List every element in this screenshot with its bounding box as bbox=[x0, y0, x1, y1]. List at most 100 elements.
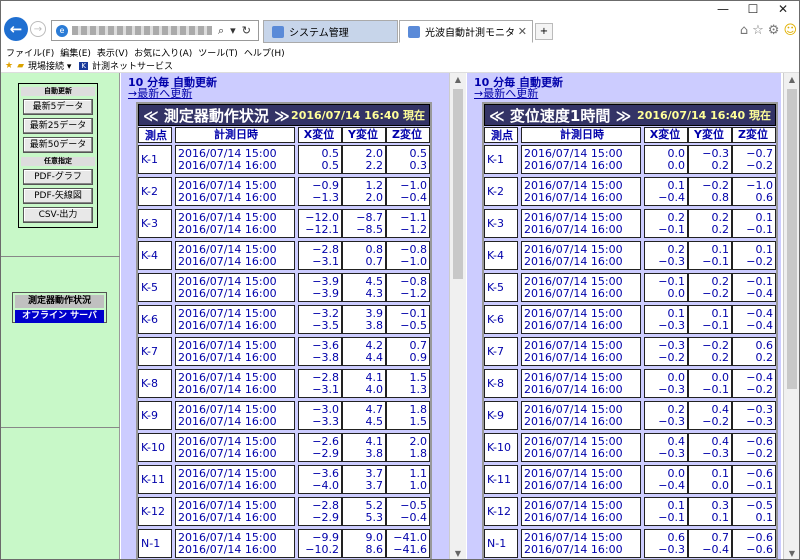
datetime-prev: 2016/07/14 15:00 bbox=[524, 178, 623, 192]
datetime-curr: 2016/07/14 16:00 bbox=[524, 414, 623, 428]
smiley-icon[interactable]: ☺ bbox=[783, 23, 797, 38]
menu-edit[interactable]: 編集(E) bbox=[60, 46, 91, 59]
x-cell: 0.0 −0.3 bbox=[644, 369, 688, 398]
datetime-cell: 2016/07/14 15:00 2016/07/14 16:00 bbox=[521, 177, 641, 206]
y-prev: 0.3 bbox=[711, 498, 730, 512]
table-row: K-2 2016/07/14 15:00 2016/07/14 16:00 −0.9−… bbox=[138, 176, 430, 207]
home-icon[interactable]: ⌂ bbox=[740, 23, 748, 38]
maximize-button[interactable]: ☐ bbox=[738, 1, 768, 17]
address-bar[interactable]: e ⌕ ▾ ↻ bbox=[51, 20, 259, 41]
refresh-link[interactable]: →最新へ更新 bbox=[128, 88, 217, 99]
y-curr: 3.7 bbox=[365, 478, 384, 492]
x-cell: 0.6 −0.3 bbox=[644, 529, 688, 558]
datetime-prev: 2016/07/14 15:00 bbox=[178, 370, 277, 384]
z-prev: −0.4 bbox=[746, 370, 773, 384]
y-prev: 5.2 bbox=[365, 498, 384, 512]
gear-icon[interactable]: ⚙ bbox=[768, 23, 780, 38]
z-cell: −1.1 −1.2 bbox=[386, 209, 430, 238]
refresh-icon[interactable]: ↻ bbox=[242, 24, 251, 37]
csv-export-button[interactable]: CSV-出力 bbox=[23, 207, 93, 223]
y-curr: 0.8 bbox=[711, 190, 730, 204]
y-prev: 0.8 bbox=[365, 242, 384, 256]
scroll-up-icon[interactable]: ▲ bbox=[784, 73, 799, 87]
back-button[interactable]: ← bbox=[4, 17, 28, 41]
close-window-button[interactable]: ✕ bbox=[768, 1, 798, 17]
close-tab-icon[interactable]: ✕ bbox=[518, 25, 527, 38]
z-curr: 1.5 bbox=[409, 414, 428, 428]
latest25-button[interactable]: 最新25データ bbox=[23, 118, 93, 134]
menu-view[interactable]: 表示(V) bbox=[97, 46, 128, 59]
x-prev: −2.8 bbox=[312, 370, 339, 384]
refresh-link[interactable]: →最新へ更新 bbox=[474, 88, 563, 99]
z-curr: 1.8 bbox=[409, 446, 428, 460]
datetime-prev: 2016/07/14 15:00 bbox=[524, 498, 623, 512]
pdf-graph-button[interactable]: PDF-グラフ bbox=[23, 169, 93, 185]
x-curr: −0.3 bbox=[658, 542, 685, 556]
x-prev: 0.1 bbox=[667, 178, 686, 192]
datetime-cell: 2016/07/14 15:00 2016/07/14 16:00 bbox=[175, 369, 295, 398]
datetime-curr: 2016/07/14 16:00 bbox=[178, 446, 277, 460]
search-icon[interactable]: ⌕ bbox=[218, 24, 224, 38]
z-curr: −0.2 bbox=[746, 254, 773, 268]
favorites-star-icon[interactable]: ☆ bbox=[752, 23, 764, 38]
tab-system[interactable]: システム管理 bbox=[263, 20, 398, 43]
menu-help[interactable]: ヘルプ(H) bbox=[244, 46, 285, 59]
x-curr: −3.5 bbox=[312, 318, 339, 332]
y-cell: 4.5 4.3 bbox=[342, 273, 386, 302]
y-curr: −0.3 bbox=[702, 446, 729, 460]
tab-label: 光波自動計測モニタ bbox=[425, 28, 515, 39]
x-cell: 0.1 −0.3 bbox=[644, 305, 688, 334]
y-curr: 8.6 bbox=[365, 542, 384, 556]
scroll-thumb[interactable] bbox=[453, 89, 463, 279]
favorite-net-service[interactable]: 計測ネットサービス bbox=[92, 59, 173, 72]
minimize-button[interactable]: — bbox=[708, 1, 738, 17]
x-prev: 0.2 bbox=[667, 210, 686, 224]
status-table: ≪ 測定器動作状況 ≫ 2016/07/14 16:40 現在 測点 計測日時 … bbox=[136, 102, 432, 559]
table-row: N-1 2016/07/14 15:00 2016/07/14 16:00 −9.9−… bbox=[138, 528, 430, 559]
scroll-down-icon[interactable]: ▼ bbox=[784, 547, 799, 559]
menu-tools[interactable]: ツール(T) bbox=[198, 46, 238, 59]
x-curr: −3.9 bbox=[312, 286, 339, 300]
x-cell: 0.1 −0.1 bbox=[644, 497, 688, 526]
right-pane-scrollbar[interactable]: ▲ ▼ bbox=[783, 73, 799, 559]
tab-monitor[interactable]: 光波自動計測モニタ ✕ bbox=[399, 20, 533, 43]
y-curr: −0.1 bbox=[702, 254, 729, 268]
table-row: K-2 2016/07/14 15:00 2016/07/14 16:00 0.1 −0… bbox=[484, 176, 776, 207]
left-pane-scrollbar[interactable]: ▲ ▼ bbox=[449, 73, 466, 559]
scroll-up-icon[interactable]: ▲ bbox=[450, 73, 466, 87]
z-cell: −1.0 −0.4 bbox=[386, 177, 430, 206]
x-cell: −3.2 −3.5 bbox=[298, 305, 342, 334]
x-curr: −4.0 bbox=[312, 478, 339, 492]
z-cell: 0.1 −0.1 bbox=[732, 209, 776, 238]
menu-file[interactable]: ファイル(F) bbox=[6, 46, 54, 59]
device-status: 測定器動作状況 オフライン サーバ bbox=[12, 292, 107, 323]
table-row: K-1 2016/07/14 15:00 2016/07/14 16:00 0.0 0.… bbox=[484, 144, 776, 175]
datetime-cell: 2016/07/14 15:00 2016/07/14 16:00 bbox=[521, 209, 641, 238]
datetime-cell: 2016/07/14 15:00 2016/07/14 16:00 bbox=[175, 401, 295, 430]
y-prev: 0.1 bbox=[711, 466, 730, 480]
x-cell: 0.0 0.0 bbox=[644, 145, 688, 174]
scroll-thumb[interactable] bbox=[787, 89, 797, 389]
new-tab-button[interactable]: + bbox=[535, 23, 553, 40]
y-prev: −8.7 bbox=[356, 210, 383, 224]
y-curr: 4.5 bbox=[365, 414, 384, 428]
dropdown-icon[interactable]: ▾ bbox=[230, 24, 236, 37]
pdf-arrow-button[interactable]: PDF-矢線図 bbox=[23, 188, 93, 204]
menu-favorites[interactable]: お気に入り(A) bbox=[134, 46, 192, 59]
forward-button[interactable]: → bbox=[30, 21, 46, 37]
y-curr: 4.4 bbox=[365, 350, 384, 364]
latest5-button[interactable]: 最新5データ bbox=[23, 99, 93, 115]
z-prev: −0.6 bbox=[746, 434, 773, 448]
favorite-site-connect[interactable]: 現場接続 ▾ bbox=[28, 59, 71, 72]
y-cell: 0.2 −0.2 bbox=[688, 273, 732, 302]
scroll-down-icon[interactable]: ▼ bbox=[450, 547, 466, 559]
z-prev: 0.1 bbox=[755, 242, 774, 256]
latest50-button[interactable]: 最新50データ bbox=[23, 137, 93, 153]
datetime-prev: 2016/07/14 15:00 bbox=[524, 434, 623, 448]
datetime-curr: 2016/07/14 16:00 bbox=[524, 510, 623, 524]
datetime-cell: 2016/07/14 15:00 2016/07/14 16:00 bbox=[175, 433, 295, 462]
y-prev: −0.2 bbox=[702, 338, 729, 352]
z-cell: −0.6 −0.1 bbox=[732, 465, 776, 494]
datetime-prev: 2016/07/14 15:00 bbox=[524, 274, 623, 288]
favorites-star-icon[interactable]: ★ bbox=[5, 61, 13, 71]
